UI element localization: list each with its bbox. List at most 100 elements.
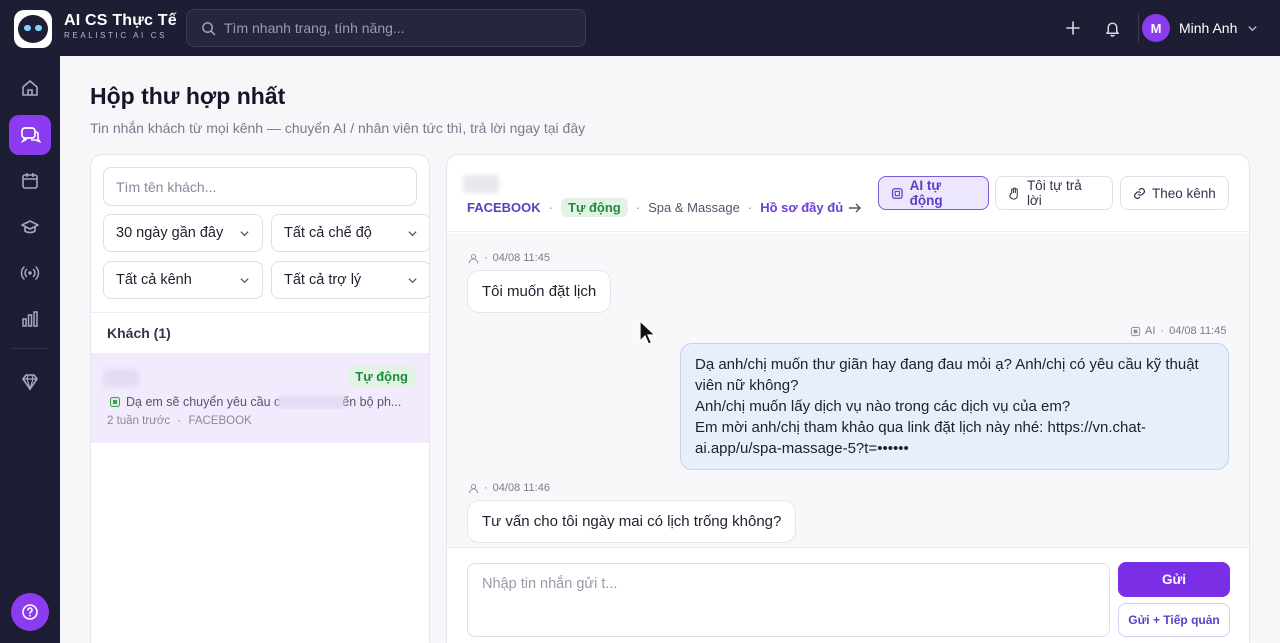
message-time: 04/08 11:46 [492, 482, 550, 494]
customer-message: Tôi muốn đặt lịch [467, 270, 612, 313]
sidebar-divider [12, 348, 48, 349]
message-meta: · 04/08 11:45 [468, 252, 550, 264]
bell-icon[interactable] [1100, 16, 1124, 40]
ai-message: Dạ anh/chị muốn thư giãn hay đang đau mỏ… [680, 343, 1229, 470]
mode-badge: Tự động [561, 198, 628, 217]
status-badge: Tự động [348, 366, 415, 387]
chevron-down-icon [1248, 25, 1258, 31]
conversation-time: 2 tuần trước [107, 415, 171, 427]
ai-auto-button[interactable]: AI tự động [878, 176, 989, 210]
customer-message: Tư vấn cho tôi ngày mai có lịch trống kh… [467, 500, 797, 543]
customer-count-header: Khách (1) [107, 325, 171, 341]
ai-message-line: ai.app/u/spa-massage-5?t=•••••• [695, 440, 909, 457]
page-subtitle: Tin nhắn khách từ mọi kênh — chuyển AI /… [90, 120, 586, 136]
ai-chip-icon [1130, 326, 1141, 336]
preview-text-end: ến bộ ph... [342, 395, 402, 409]
mode-value: Tất cả chế độ [284, 225, 372, 241]
chevron-down-icon [408, 231, 417, 237]
sidebar-item-inbox[interactable] [9, 115, 51, 155]
assistant-select[interactable]: Tất cả trợ lý [271, 261, 429, 299]
home-icon [22, 80, 38, 96]
ai-chip-icon [891, 187, 903, 199]
app-logo[interactable] [14, 10, 52, 48]
bar-chart-icon [22, 311, 38, 327]
broadcast-icon [20, 266, 40, 280]
mode-select[interactable]: Tất cả chế độ [271, 214, 429, 252]
chevron-down-icon [408, 278, 417, 284]
send-takeover-button[interactable]: Gửi + Tiếp quản [1118, 603, 1230, 637]
message-thread: · 04/08 11:45 Tôi muốn đặt lịch AI · 04/… [447, 233, 1249, 547]
ai-message-line: Em mời anh/chị tham khảo qua link đặt lị… [695, 419, 1146, 436]
manual-reply-button[interactable]: Tôi tự trả lời [995, 176, 1113, 210]
manual-reply-label: Tôi tự trả lời [1026, 178, 1082, 208]
ai-auto-label: AI tự động [909, 178, 943, 208]
user-menu[interactable]: M Minh Anh [1142, 14, 1258, 42]
sender-label: AI [1145, 325, 1156, 337]
divider [1138, 14, 1139, 42]
brand-title: AI CS Thực Tế [64, 12, 177, 29]
robot-logo-icon [18, 15, 48, 43]
customer-search-input[interactable] [103, 167, 417, 206]
composer: Gửi Gửi + Tiếp quản [447, 547, 1249, 643]
chevron-down-icon [240, 278, 249, 284]
ai-message-line: Dạ anh/chị muốn thư giãn hay đang đau mỏ… [695, 356, 1199, 373]
channel-select[interactable]: Tất cả kênh [103, 261, 263, 299]
redacted-text [278, 395, 345, 409]
send-button[interactable]: Gửi [1118, 562, 1230, 597]
divider [91, 312, 429, 313]
profile-link[interactable]: Hồ sơ đầy đủ [760, 200, 843, 215]
message-preview: Dạ em sẽ chuyển yêu cầu c ến bộ ph... [109, 395, 419, 409]
sidebar-item-training[interactable] [9, 207, 51, 247]
ai-message-line: Anh/chị muốn lấy dịch vụ nào trong các d… [695, 398, 1071, 415]
add-icon[interactable] [1061, 16, 1085, 40]
customer-name-redacted [103, 369, 139, 387]
message-input[interactable] [467, 563, 1110, 637]
message-time: 04/08 11:45 [1169, 325, 1227, 337]
by-channel-label: Theo kênh [1152, 185, 1216, 201]
user-icon [468, 253, 479, 263]
message-meta: · 04/08 11:46 [468, 482, 550, 494]
sidebar-item-premium[interactable] [9, 362, 51, 402]
sidebar-item-reports[interactable] [9, 299, 51, 339]
help-icon [22, 604, 38, 620]
date-range-value: 30 ngày gần đây [116, 225, 224, 241]
page-title: Hộp thư hợp nhất [90, 83, 286, 109]
brand-subtitle: REALISTIC AI CS [64, 31, 168, 40]
user-icon [468, 483, 479, 493]
sidebar-item-home[interactable] [9, 68, 51, 108]
preview-text-start: Dạ em sẽ chuyển yêu cầu c [126, 395, 281, 409]
brand: AI CS Thực Tế REALISTIC AI CS [64, 12, 177, 40]
assistant-value: Tất cả trợ lý [284, 272, 362, 288]
chat-bubbles-icon [20, 127, 41, 144]
global-search-input[interactable] [224, 20, 564, 36]
chat-panel: FACEBOOK · Tự động · Spa & Massage · Hồ … [446, 154, 1250, 643]
search-icon [202, 21, 216, 35]
list-item[interactable]: Tự động Dạ em sẽ chuyển yêu cầu c ến bộ … [91, 353, 429, 443]
link-icon [1133, 187, 1146, 199]
chat-meta: FACEBOOK · Tự động · Spa & Massage · Hồ … [467, 198, 862, 217]
by-channel-button[interactable]: Theo kênh [1120, 176, 1229, 210]
user-name: Minh Anh [1179, 20, 1238, 36]
education-cap-icon [21, 220, 39, 234]
sidebar-item-channels[interactable] [9, 253, 51, 293]
ai-chip-icon [110, 397, 120, 407]
avatar: M [1142, 14, 1170, 42]
global-search[interactable] [186, 9, 586, 47]
channel-label: FACEBOOK [467, 200, 541, 215]
channel-value: Tất cả kênh [116, 272, 192, 288]
conversation-channel: FACEBOOK [188, 415, 252, 427]
message-time: 04/08 11:45 [492, 252, 550, 264]
chevron-down-icon [240, 231, 249, 237]
calendar-icon [22, 173, 38, 189]
arrow-right-icon [849, 203, 862, 212]
ai-message-line: viên nữ không? [695, 377, 799, 394]
date-range-select[interactable]: 30 ngày gần đây [103, 214, 263, 252]
hand-icon [1009, 186, 1018, 200]
customer-name-redacted [463, 175, 499, 193]
message-meta: AI · 04/08 11:45 [1130, 325, 1226, 337]
diamond-icon [22, 374, 38, 392]
sidebar [0, 56, 60, 643]
chat-header: FACEBOOK · Tự động · Spa & Massage · Hồ … [447, 155, 1249, 232]
sidebar-item-calendar[interactable] [9, 161, 51, 201]
help-button[interactable] [11, 593, 49, 631]
